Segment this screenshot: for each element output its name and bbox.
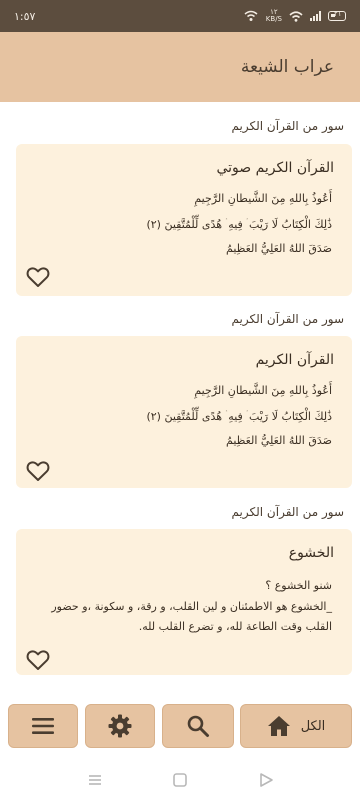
recents-icon[interactable] (86, 771, 104, 789)
card-title: الخشوع (288, 545, 334, 561)
content-list[interactable]: سور من القرآن الكريم القرآن الكريم صوتي … (0, 102, 360, 694)
card-khushu[interactable]: الخشوع شنو الخشوع ؟ _الخشوع هو الاطمئنان… (16, 529, 352, 675)
all-label: الكل (300, 718, 326, 734)
section-label: سور من القرآن الكريم (231, 505, 344, 519)
section-label: سور من القرآن الكريم (231, 119, 344, 133)
card-line: ذَٰلِكَ الْكِتَابُ لَا رَيْبَ ۛ فِيهِ ۛ … (146, 410, 332, 423)
network-speed: ١٢ KB/S (265, 8, 282, 23)
app-bar: عراب الشيعة (0, 32, 360, 102)
wifi-battery-saver-icon (244, 10, 258, 21)
card-line: ذَٰلِكَ الْكِتَابُ لَا رَيْبَ ۛ فِيهِ ۛ … (146, 218, 332, 231)
card-line: أَعُوذُ بِاللهِ مِنَ الشَّيطانِ الرَّجِي… (194, 192, 332, 205)
menu-button[interactable] (8, 704, 78, 748)
card-line: صَدَقَ اللهُ العَلِيُّ العَظِيمُ (226, 434, 332, 447)
card-line: صَدَقَ اللهُ العَلِيُّ العَظِيمُ (226, 242, 332, 255)
heart-outline-icon[interactable] (26, 266, 50, 288)
search-icon (187, 715, 209, 737)
home-system-icon[interactable] (171, 771, 189, 789)
home-icon (267, 716, 290, 736)
system-nav-bar (0, 760, 360, 800)
settings-button[interactable] (85, 704, 155, 748)
battery-icon: ٢١ (328, 10, 346, 21)
card-title: القرآن الكريم (255, 352, 334, 368)
card-quran[interactable]: القرآن الكريم أَعُوذُ بِاللهِ مِنَ الشَّ… (16, 336, 352, 488)
signal-icon (310, 11, 321, 21)
card-line: _الخشوع هو الاطمئنان و لين القلب، و رقة،… (51, 600, 332, 633)
heart-outline-icon[interactable] (26, 460, 50, 482)
card-quran-audio[interactable]: القرآن الكريم صوتي أَعُوذُ بِاللهِ مِنَ … (16, 144, 352, 296)
status-bar: ١:٥٧ ١٢ KB/S ٢١ (0, 0, 360, 32)
menu-icon (32, 718, 54, 734)
app-title: عراب الشيعة (240, 57, 334, 77)
gear-icon (108, 714, 132, 738)
card-line: شنو الخشوع ؟ (265, 579, 332, 592)
card-title: القرآن الكريم صوتي (216, 160, 334, 176)
heart-outline-icon[interactable] (26, 649, 50, 671)
home-all-button[interactable]: الكل (240, 704, 352, 748)
clock: ١:٥٧ (14, 9, 36, 23)
card-line: أَعُوذُ بِاللهِ مِنَ الشَّيطانِ الرَّجِي… (194, 384, 332, 397)
section-label: سور من القرآن الكريم (231, 312, 344, 326)
bottom-nav: الكل (0, 694, 360, 760)
search-button[interactable] (162, 704, 234, 748)
wifi-icon (289, 10, 303, 22)
back-icon[interactable] (257, 771, 275, 789)
status-icons: ١٢ KB/S ٢١ (243, 9, 346, 23)
